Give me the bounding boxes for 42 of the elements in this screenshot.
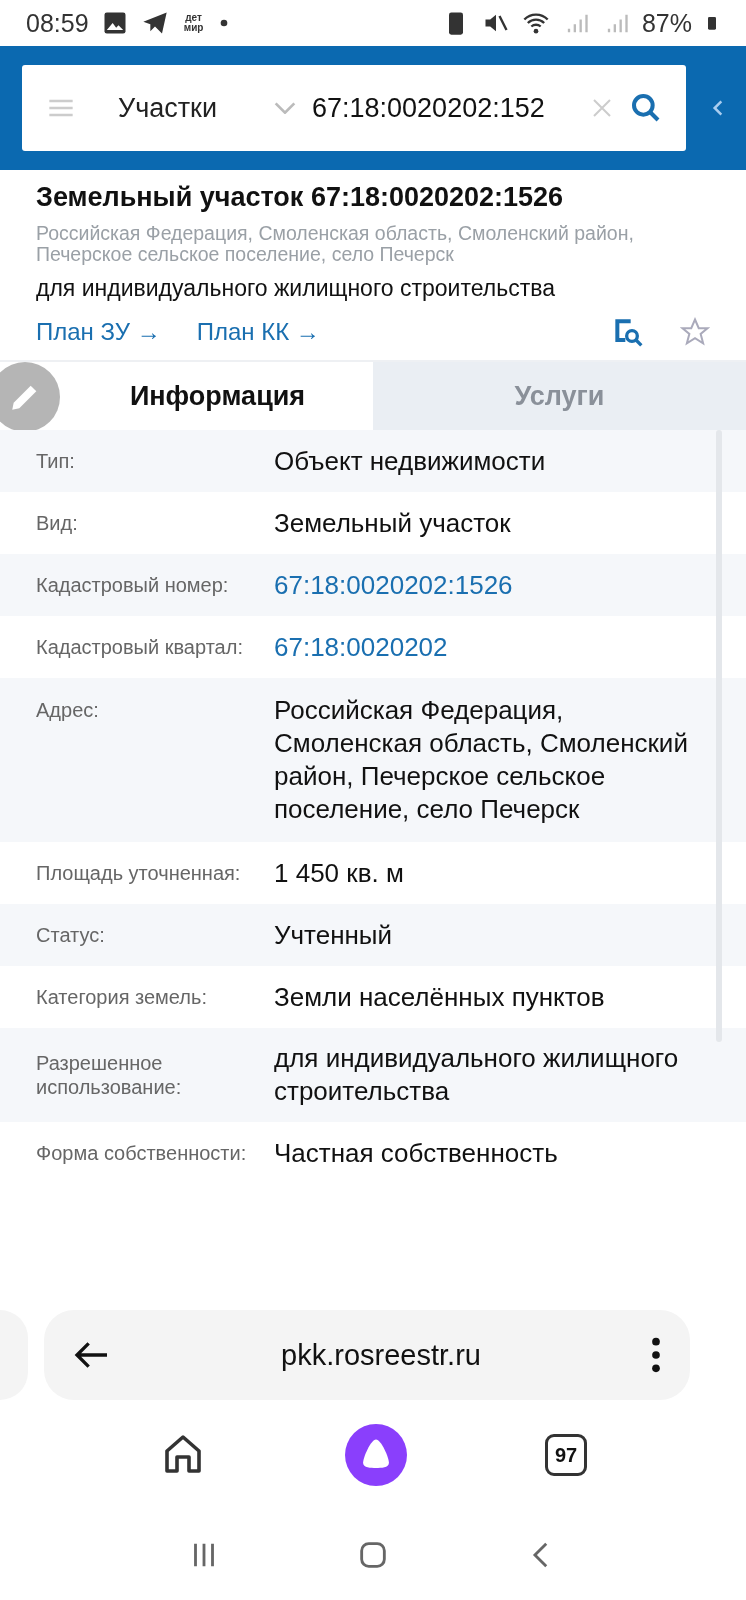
chevron-down-icon (274, 102, 296, 114)
edit-button[interactable] (0, 362, 60, 432)
field-label: Вид: (36, 511, 79, 535)
field-label: Разрешенное использование: (36, 1051, 183, 1099)
category-select[interactable]: Участки (118, 92, 258, 124)
field-value: Российская Федерация, Смоленская область, Смоленский район, Печерское сельское поселение, село Печерск (274, 694, 689, 826)
tab-count[interactable]: 97 (545, 1434, 587, 1476)
field-value: Объект недвижимости (274, 444, 547, 478)
object-title: Земельный участок 67:18:0020202:1526 (36, 182, 565, 213)
field-value: Учтенный (274, 918, 394, 952)
field-value: Земельный участок (274, 506, 512, 540)
field-label: Тип: (36, 449, 76, 473)
search-query[interactable]: 67:18:0020202:152 (312, 92, 574, 124)
favorite-star-icon[interactable] (680, 317, 710, 347)
field-value: для индивидуального жилищного строительства (274, 1042, 680, 1108)
field-value: 1 450 кв. м (274, 856, 405, 890)
field-value: Земли населённых пунктов (274, 980, 606, 1014)
assistant-icon (345, 1424, 407, 1486)
field-label: Кадастровый номер: (36, 573, 230, 597)
field-value: Частная собственность (274, 1136, 559, 1170)
field-label: Адрес: (36, 698, 100, 722)
map-search-icon (612, 316, 644, 348)
field-label: Кадастровый квартал: (36, 635, 244, 659)
search-field[interactable]: Участки 67:18:0020202:152 (22, 65, 686, 151)
field-link[interactable]: 67:18:0020202 (274, 630, 690, 664)
field-label: Категория земель: (36, 985, 208, 1009)
field-label: Статус: (36, 923, 106, 947)
more-icon (650, 1335, 662, 1375)
battery-percent: 87% (641, 8, 692, 38)
status-time: 08:59 (26, 8, 89, 38)
field-link[interactable]: 67:18:0020202:1526 (274, 568, 690, 602)
object-address: Российская Федерация, Смоленская область, Смоленский район, Печерское сельское поселение, село Печерск (36, 223, 635, 265)
app-logo: дет мир (182, 13, 205, 33)
url-text: pkk.rosreestr.ru (280, 1338, 482, 1372)
dot-icon (218, 18, 229, 28)
address-bar[interactable]: pkk.rosreestr.ru (44, 1310, 690, 1400)
object-purpose: для индивидуального жилищного строительства (36, 275, 556, 302)
field-label: Площадь уточненная: (36, 861, 242, 885)
plan-link[interactable]: План КК → (196, 318, 320, 346)
search-icon (630, 92, 662, 124)
plan-link[interactable]: План ЗУ → (36, 318, 161, 346)
field-label: Форма собственности: (36, 1141, 248, 1165)
